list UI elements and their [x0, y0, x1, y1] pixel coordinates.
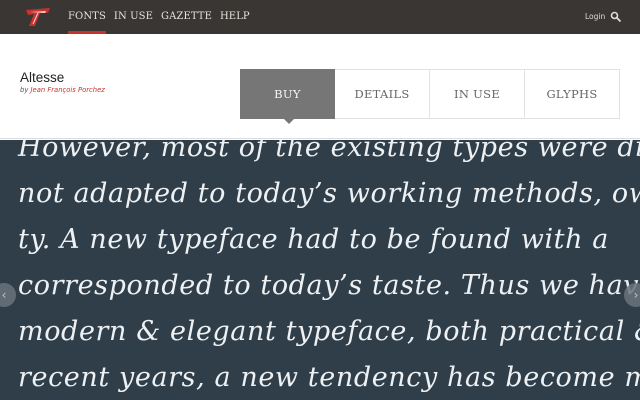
page-title: Altesse: [20, 70, 65, 85]
nav-item-help[interactable]: HELP: [220, 0, 250, 34]
tab-buy[interactable]: BUY: [240, 69, 335, 124]
nav-item-gazette[interactable]: GAZETTE: [161, 0, 212, 34]
designer-link[interactable]: Jean François Porchez: [31, 86, 105, 94]
specimen-line: However, most of the existing types were…: [18, 140, 640, 163]
nav-item-fonts[interactable]: FONTS: [68, 0, 106, 34]
tab-details[interactable]: DETAILS: [335, 69, 430, 119]
designer-prefix: by: [20, 86, 29, 94]
logo-icon[interactable]: [24, 7, 52, 27]
specimen-line: recent years, a new tendency has become …: [18, 362, 640, 393]
specimen-line: modern & elegant typeface, both practica…: [18, 316, 640, 347]
specimen-line: not adapted to today’s working methods, …: [18, 178, 640, 209]
family-header: Altesse by Jean François Porchez BUY DET…: [0, 34, 640, 139]
family-tabs: BUY DETAILS IN USE GLYPHS: [240, 69, 620, 124]
search-icon[interactable]: [610, 11, 622, 23]
specimen-line: ty. A new typeface had to be found with …: [18, 224, 610, 255]
main-nav: FONTS IN USE GAZETTE HELP: [68, 0, 258, 34]
tab-glyphs[interactable]: GLYPHS: [525, 69, 620, 119]
nav-item-in-use[interactable]: IN USE: [114, 0, 153, 34]
designer-credit: by Jean François Porchez: [20, 86, 105, 94]
tab-in-use[interactable]: IN USE: [430, 69, 525, 119]
top-navigation-bar: FONTS IN USE GAZETTE HELP Login: [0, 0, 640, 34]
specimen-line: corresponded to today’s taste. Thus we h…: [18, 270, 640, 301]
login-link[interactable]: Login: [585, 0, 605, 34]
type-specimen: However, most of the existing types were…: [0, 140, 640, 400]
